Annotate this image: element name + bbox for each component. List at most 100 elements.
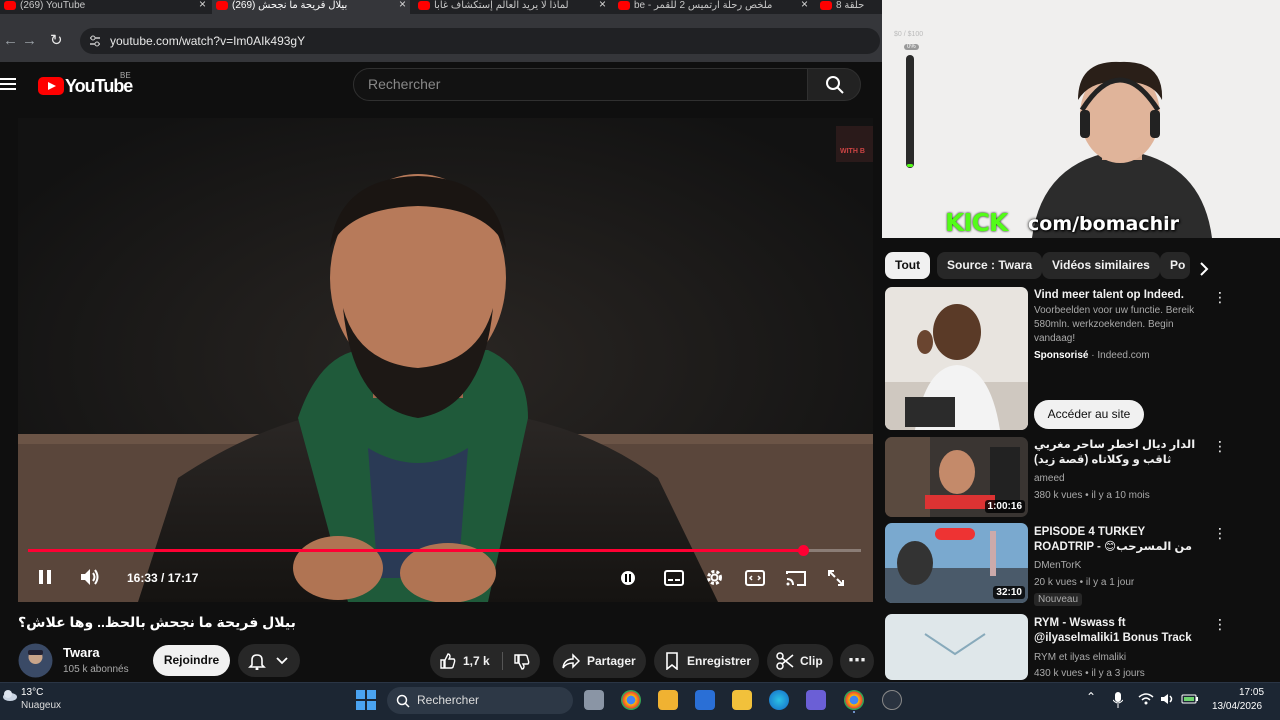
back-icon[interactable]: ← — [3, 32, 18, 49]
bell-icon — [248, 654, 266, 670]
youtube-favicon-icon — [418, 1, 430, 10]
more-vertical-icon[interactable]: ⋮ — [1213, 616, 1227, 633]
chrome-active-icon[interactable] — [844, 690, 864, 710]
file-explorer-icon[interactable] — [732, 690, 752, 710]
url-field[interactable]: youtube.com/watch?v=Im0AIk493gY — [80, 28, 880, 54]
browser-tab[interactable]: (269) YouTube × — [0, 0, 210, 14]
autoplay-toggle-icon[interactable] — [620, 570, 636, 586]
search-button[interactable] — [807, 68, 861, 101]
ad-thumbnail-image — [885, 287, 1028, 430]
search-input[interactable]: Rechercher — [353, 68, 808, 101]
clip-button[interactable]: Clip — [767, 644, 833, 678]
clock-date[interactable]: 13/04/2026 — [1212, 701, 1262, 712]
visit-site-button[interactable]: Accéder au site — [1034, 400, 1144, 429]
channel-name[interactable]: Twara — [63, 645, 100, 660]
chevron-right-icon[interactable] — [1199, 262, 1209, 276]
more-vertical-icon[interactable]: ⋮ — [1213, 438, 1227, 455]
video-title[interactable]: الدار ديال اخطر ساحر مغربي ثاقب و وكلاتا… — [1034, 438, 1204, 468]
ad-thumbnail[interactable] — [885, 287, 1028, 430]
volume-icon[interactable] — [79, 567, 101, 587]
forward-icon[interactable]: → — [22, 32, 37, 49]
like-dislike-group: 1,7 k — [430, 644, 540, 678]
video-title[interactable]: EPISODE 4 TURKEY ROADTRIP - 😊من المسرحب … — [1034, 525, 1204, 555]
clock-time[interactable]: 17:05 — [1239, 687, 1264, 698]
battery-icon[interactable] — [1181, 693, 1199, 705]
join-button[interactable]: Rejoindre — [153, 645, 230, 676]
taskbar-search[interactable]: Rechercher — [387, 687, 573, 714]
windows-start-icon[interactable] — [356, 690, 376, 710]
like-count[interactable]: 1,7 k — [463, 644, 490, 678]
video-duration: 32:10 — [993, 586, 1025, 599]
site-info-icon[interactable] — [88, 34, 102, 48]
progress-scrubber[interactable] — [797, 545, 809, 556]
save-button[interactable]: Enregistrer — [654, 644, 759, 678]
taskbar-search-label: Rechercher — [417, 693, 480, 707]
sponsored-label: Sponsorisé — [1034, 350, 1089, 361]
dislike-icon[interactable] — [513, 653, 531, 671]
browser-tab[interactable]: be - ملخص رحلة ارتميس 2 للقمر × — [614, 0, 812, 14]
goal-text: $0 / $100 — [894, 31, 924, 38]
reload-icon[interactable]: ↻ — [50, 31, 63, 49]
chip-more[interactable]: Po — [1160, 252, 1190, 279]
video-thumbnail-image — [885, 614, 1028, 680]
video-title[interactable]: RYM - Wswass ft @ilyaselmaliki1 Bonus Tr… — [1034, 616, 1204, 646]
close-tab-icon[interactable]: × — [801, 0, 808, 10]
like-icon[interactable] — [439, 652, 457, 670]
share-label: Partager — [587, 654, 636, 668]
goal-percent: 0% — [904, 44, 919, 50]
outlook-icon[interactable] — [695, 690, 715, 710]
wifi-icon[interactable] — [1138, 693, 1154, 705]
speaker-icon[interactable] — [1160, 693, 1176, 705]
fullscreen-icon[interactable] — [828, 570, 844, 586]
video-thumbnail[interactable]: 1:00:16 — [885, 437, 1028, 517]
share-button[interactable]: Partager — [553, 644, 646, 678]
more-vertical-icon[interactable]: ⋮ — [1213, 525, 1227, 542]
video-meta: 20 k vues • il y a 1 jour — [1034, 577, 1135, 588]
weather-temperature[interactable]: 13°C — [21, 687, 43, 698]
video-channel[interactable]: RYM et ilyas elmaliki — [1034, 651, 1204, 665]
obs-icon[interactable] — [882, 690, 902, 710]
chrome-icon[interactable] — [621, 690, 641, 710]
video-player[interactable]: WITH B 16:33 / 17:17 — [18, 118, 873, 602]
ad-title[interactable]: Vind meer talent op Indeed. — [1034, 288, 1204, 303]
chip-similar[interactable]: Vidéos similaires — [1042, 252, 1160, 279]
menu-icon[interactable] — [0, 77, 16, 91]
weather-condition[interactable]: Nuageux — [21, 700, 61, 711]
edge-icon[interactable] — [769, 690, 789, 710]
close-tab-icon[interactable]: × — [399, 0, 406, 10]
browser-tab[interactable]: حلقة 8 — [816, 0, 882, 14]
progress-track[interactable] — [28, 545, 861, 556]
task-view-icon[interactable] — [584, 690, 604, 710]
tab-title: حلقة 8 — [836, 0, 865, 11]
weather-cloud-icon[interactable] — [2, 688, 18, 702]
subscriber-count: 105 k abonnés — [63, 664, 129, 675]
chip-source[interactable]: Source : Twara — [937, 252, 1043, 279]
browser-tab-active[interactable]: (269) بيلال فريحة ما نجحش × — [212, 0, 410, 14]
copilot-icon[interactable] — [806, 690, 826, 710]
video-channel[interactable]: DMenTorK — [1034, 559, 1204, 573]
close-tab-icon[interactable]: × — [199, 0, 206, 10]
photos-app-icon[interactable] — [658, 690, 678, 710]
more-vertical-icon[interactable]: ⋮ — [1213, 289, 1227, 306]
theater-mode-icon[interactable] — [745, 570, 765, 586]
tab-title: (269) YouTube — [20, 0, 86, 11]
microphone-icon[interactable] — [1113, 692, 1123, 708]
browser-tab[interactable]: لماذا لا يريد العالم إستكشاف غابا × — [414, 0, 610, 14]
youtube-favicon-icon — [820, 1, 832, 10]
channel-avatar[interactable] — [18, 643, 53, 678]
video-thumbnail[interactable]: 32:10 — [885, 523, 1028, 603]
goal-bar-fill — [907, 164, 913, 167]
more-actions-button[interactable]: ⋯ — [840, 644, 874, 678]
video-thumbnail[interactable] — [885, 614, 1028, 680]
close-tab-icon[interactable]: × — [599, 0, 606, 10]
settings-gear-icon[interactable] — [705, 568, 724, 587]
tab-title: be - ملخص رحلة ارتميس 2 للقمر — [634, 0, 773, 11]
subtitles-icon[interactable] — [664, 570, 684, 586]
tray-chevron-up-icon[interactable]: ⌃ — [1086, 690, 1096, 704]
chip-all[interactable]: Tout — [885, 252, 931, 279]
ad-sponsor-line: Sponsorisé · Indeed.com — [1034, 350, 1150, 361]
cast-icon[interactable] — [786, 570, 806, 586]
notifications-button[interactable] — [238, 644, 300, 677]
pause-icon[interactable] — [38, 569, 52, 585]
video-channel[interactable]: ameed — [1034, 472, 1204, 486]
